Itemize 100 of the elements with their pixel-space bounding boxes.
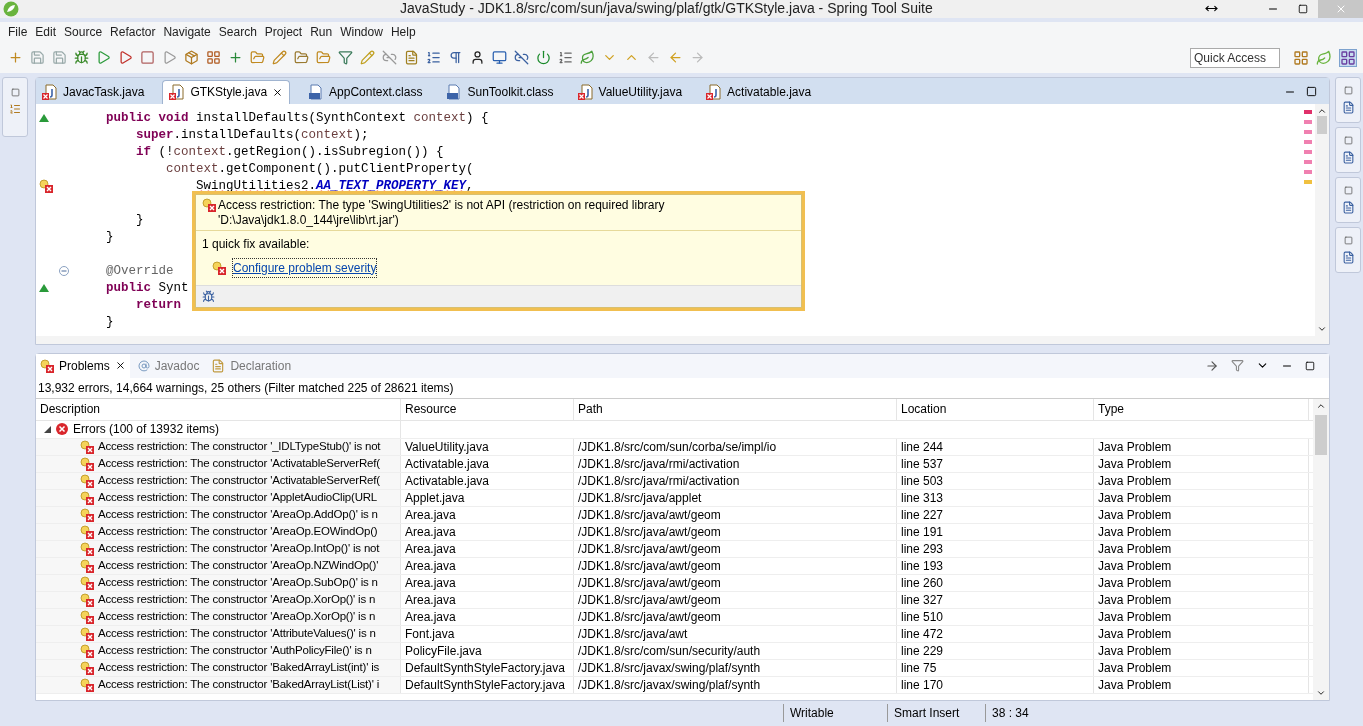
horizontal-scrollbar[interactable] — [36, 335, 1329, 344]
save-all-icon[interactable] — [52, 50, 67, 66]
open-resource-icon[interactable] — [316, 50, 331, 66]
configure-severity-link[interactable]: Configure problem severity — [232, 257, 378, 278]
unlink-icon[interactable] — [514, 50, 529, 66]
problem-row[interactable]: Access restriction: The constructor 'AreaOp.AddOp()' is n Area.java /JDK1.8/src/java/awt/geom line 227 Java Problem — [36, 506, 1313, 524]
open-folder-icon[interactable] — [250, 50, 265, 66]
run-icon[interactable] — [96, 50, 111, 66]
problem-row[interactable]: Access restriction: The constructor 'AreaOp.EOWindOp() Area.java /JDK1.8/src/java/awt/geom line 191 Java Problem — [36, 523, 1313, 541]
group-label[interactable]: Errors (100 of 13932 items) — [73, 420, 220, 439]
grid-icon[interactable] — [206, 50, 221, 66]
problem-row[interactable]: Access restriction: The constructor 'AttributeValues()' is n Font.java /JDK1.8/src/java/awt line 472 Java Problem — [36, 625, 1313, 643]
menu-item[interactable]: Project — [260, 23, 307, 42]
table-cell-text: line 260 — [901, 574, 944, 592]
column-header[interactable]: Location — [897, 398, 1094, 420]
stop-icon[interactable] — [140, 50, 155, 66]
problem-row[interactable]: Access restriction: The constructor 'ActivatableServerRef( Activatable.java /JDK1.8/src/java/rmi/activation line 503 Java Problem — [36, 472, 1313, 490]
back-icon[interactable] — [668, 50, 683, 66]
column-header[interactable]: Description — [36, 398, 401, 420]
vertical-scrollbar[interactable] — [1315, 103, 1329, 336]
declaration-icon — [211, 358, 226, 373]
problem-row[interactable]: Access restriction: The constructor 'ActivatableServerRef( Activatable.java /JDK1.8/src/java/rmi/activation line 537 Java Problem — [36, 455, 1313, 473]
problem-row[interactable]: Access restriction: The constructor 'AuthPolicyFile()' is n PolicyFile.java /JDK1.8/src/com/sun/security/auth line 229 Java Problem — [36, 642, 1313, 660]
problem-row[interactable]: Access restriction: The constructor 'BakedArrayList(List)' i DefaultSynthStyleFactory.java /JDK1.8/src/javax/swing/plaf/synth line 170 Java Problem — [36, 676, 1313, 694]
filter-icon[interactable] — [338, 50, 353, 66]
table-cell-text: line 229 — [901, 642, 944, 660]
problem-row[interactable]: Access restriction: The constructor 'BakedArrayList(int)' is DefaultSynthStyleFactory.java /JDK1.8/src/javax/swing/plaf/synth line 75 Java Problem — [36, 659, 1313, 677]
problem-row[interactable]: Access restriction: The constructor 'AreaOp.XorOp()' is n Area.java /JDK1.8/src/java/awt/geom line 510 Java Problem — [36, 608, 1313, 626]
numbered-list-icon[interactable] — [558, 50, 573, 66]
status-field: 38 : 34 — [985, 704, 1055, 723]
scroll-thumb[interactable] — [1317, 115, 1327, 134]
list-icon[interactable] — [426, 50, 441, 66]
problem-row[interactable]: Access restriction: The constructor '_IDLTypeStub()' is not ValueUtility.java /JDK1.8/src/com/sun/corba/se/impl/io line 244 Java Problem — [36, 438, 1313, 456]
pen-icon[interactable] — [272, 50, 287, 66]
column-header[interactable]: Type — [1094, 398, 1309, 420]
editor-tab[interactable]: GTKStyle.java — [162, 79, 291, 104]
last-edit-icon[interactable] — [646, 50, 661, 66]
bug-icon[interactable] — [74, 50, 89, 66]
editor-tab[interactable]: SunToolkit.class — [440, 79, 560, 104]
maximize-icon[interactable] — [1306, 85, 1317, 97]
launch-icon[interactable] — [162, 50, 177, 66]
view-icon[interactable] — [1341, 150, 1355, 164]
menu-item[interactable]: Run — [306, 23, 337, 42]
hierarchy-icon[interactable] — [9, 102, 21, 115]
restore-icon[interactable] — [1305, 360, 1315, 371]
open-type-icon[interactable] — [294, 50, 309, 66]
status-field: Smart Insert — [887, 704, 985, 723]
run-external-icon[interactable] — [118, 50, 133, 66]
scroll-thumb[interactable] — [1315, 414, 1327, 455]
monitor-icon[interactable] — [492, 50, 507, 66]
pilcrow-icon[interactable] — [448, 50, 463, 66]
highlighter-icon[interactable] — [360, 50, 375, 66]
restore-icon[interactable] — [1298, 3, 1308, 14]
leaf-perspective-icon[interactable] — [1316, 49, 1332, 66]
problem-row[interactable]: Access restriction: The constructor 'AreaOp.NZWindOp()' Area.java /JDK1.8/src/java/awt/geom line 193 Java Problem — [36, 557, 1313, 575]
document-icon[interactable] — [404, 50, 419, 66]
editor-tab[interactable]: ValueUtility.java — [571, 79, 689, 104]
problem-row[interactable]: Access restriction: The constructor 'AreaOp.SubOp()' is n Area.java /JDK1.8/src/java/awt/geom line 260 Java Problem — [36, 574, 1313, 592]
menu-item[interactable]: Source — [60, 23, 107, 42]
fold-icon[interactable] — [59, 266, 69, 277]
menu-item[interactable]: Window — [336, 23, 387, 42]
save-icon[interactable] — [30, 50, 45, 66]
power-icon[interactable] — [536, 50, 551, 66]
view-tab[interactable]: Javadoc — [133, 353, 204, 378]
forward-icon[interactable] — [690, 50, 705, 66]
leaf-icon[interactable] — [580, 50, 595, 66]
problem-row[interactable]: Access restriction: The constructor 'AppletAudioClip(URL Applet.java /JDK1.8/src/java/applet line 313 Java Problem — [36, 489, 1313, 507]
menu-item[interactable]: File — [4, 23, 32, 42]
column-header[interactable]: Resource — [401, 398, 574, 420]
menu-item[interactable]: Edit — [31, 23, 61, 42]
view-tab[interactable]: Declaration — [207, 353, 296, 378]
user-icon[interactable] — [470, 50, 485, 66]
column-header[interactable]: Path — [574, 398, 897, 420]
problem-row[interactable]: Access restriction: The constructor 'AreaOp.IntOp()' is not Area.java /JDK1.8/src/java/awt/geom line 293 Java Problem — [36, 540, 1313, 558]
link-icon[interactable] — [382, 50, 397, 66]
quick-access-field[interactable]: Quick Access — [1190, 47, 1280, 68]
menu-item[interactable]: Search — [214, 23, 261, 42]
problem-row[interactable]: Access restriction: The constructor 'AreaOp.XorOp()' is n Area.java /JDK1.8/src/java/awt/geom line 327 Java Problem — [36, 591, 1313, 609]
view-icon[interactable] — [1341, 100, 1355, 114]
filter-icon[interactable] — [1231, 359, 1244, 373]
editor-tab[interactable]: Activatable.java — [700, 79, 818, 104]
expanded-arrow-icon[interactable] — [44, 425, 51, 433]
new-icon[interactable] — [8, 50, 23, 66]
package-icon[interactable] — [184, 50, 199, 66]
vertical-scrollbar[interactable] — [1313, 398, 1329, 700]
editor-tab[interactable]: JavacTask.java — [36, 79, 151, 104]
view-tab[interactable]: Problems — [36, 353, 130, 378]
view-icon[interactable] — [1341, 200, 1355, 214]
table-cell-text: DefaultSynthStyleFactory.java — [405, 659, 565, 677]
close-tab-icon[interactable] — [114, 360, 126, 372]
new-class-icon[interactable] — [228, 50, 243, 66]
java-file-error-icon — [169, 84, 186, 101]
code-line: } — [106, 229, 114, 244]
menu-item[interactable]: Refactor — [106, 23, 160, 42]
menu-item[interactable]: Help — [386, 23, 420, 42]
menu-item[interactable]: Navigate — [159, 23, 215, 42]
focus-icon[interactable] — [1205, 358, 1219, 373]
view-icon[interactable] — [1341, 250, 1355, 264]
editor-tab[interactable]: AppContext.class — [302, 79, 429, 104]
close-tab-icon[interactable] — [272, 86, 284, 98]
